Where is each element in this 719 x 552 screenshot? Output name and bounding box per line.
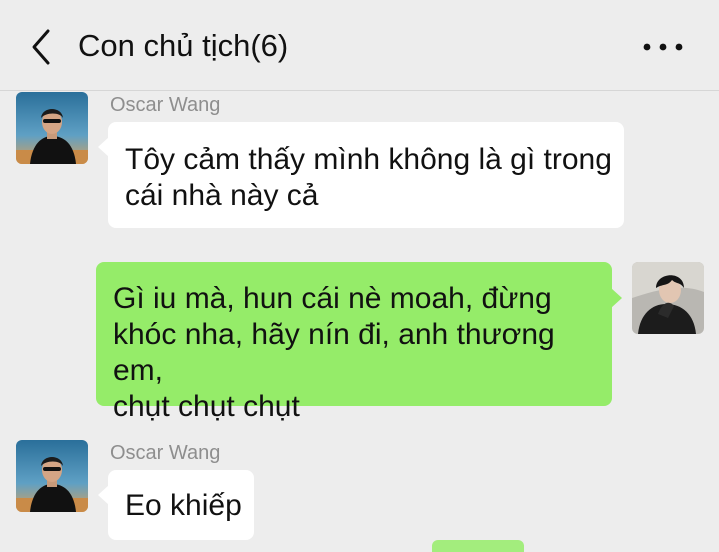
message-text: Eo khiếp [125, 489, 242, 522]
bubble-tail [98, 485, 109, 505]
message-bubble-outgoing[interactable]: Gì iu mà, hun cái nè moah, đừng khóc nha… [96, 262, 622, 423]
avatar[interactable] [632, 262, 704, 334]
message-text: Tôy cảm thấy mình không là gì trong cái … [125, 143, 612, 212]
sender-avatar-image [16, 440, 88, 512]
more-options-button[interactable] [640, 30, 686, 64]
chevron-left-icon [32, 29, 50, 65]
chat-header: Con chủ tịch(6) [0, 0, 719, 91]
my-avatar-image [632, 262, 704, 334]
bubble-tail [611, 288, 622, 308]
avatar[interactable] [16, 440, 88, 512]
message-bubble-outgoing-partial[interactable] [432, 540, 524, 552]
chat-title: Con chủ tịch(6) [78, 28, 289, 63]
bubble-tail [98, 137, 109, 157]
message-bubble-incoming[interactable]: Eo khiếp [98, 470, 254, 540]
message-text: Gì iu mà, hun cái nè moah, đừng khóc nha… [113, 282, 555, 423]
message-bubble-incoming[interactable]: Tôy cảm thấy mình không là gì trong cái … [98, 122, 624, 228]
sender-name: Oscar Wang [110, 442, 221, 464]
sender-name: Oscar Wang [110, 94, 221, 116]
more-horizontal-icon [643, 43, 683, 51]
back-button[interactable] [24, 27, 58, 67]
avatar[interactable] [16, 92, 88, 164]
sender-avatar-image [16, 92, 88, 164]
